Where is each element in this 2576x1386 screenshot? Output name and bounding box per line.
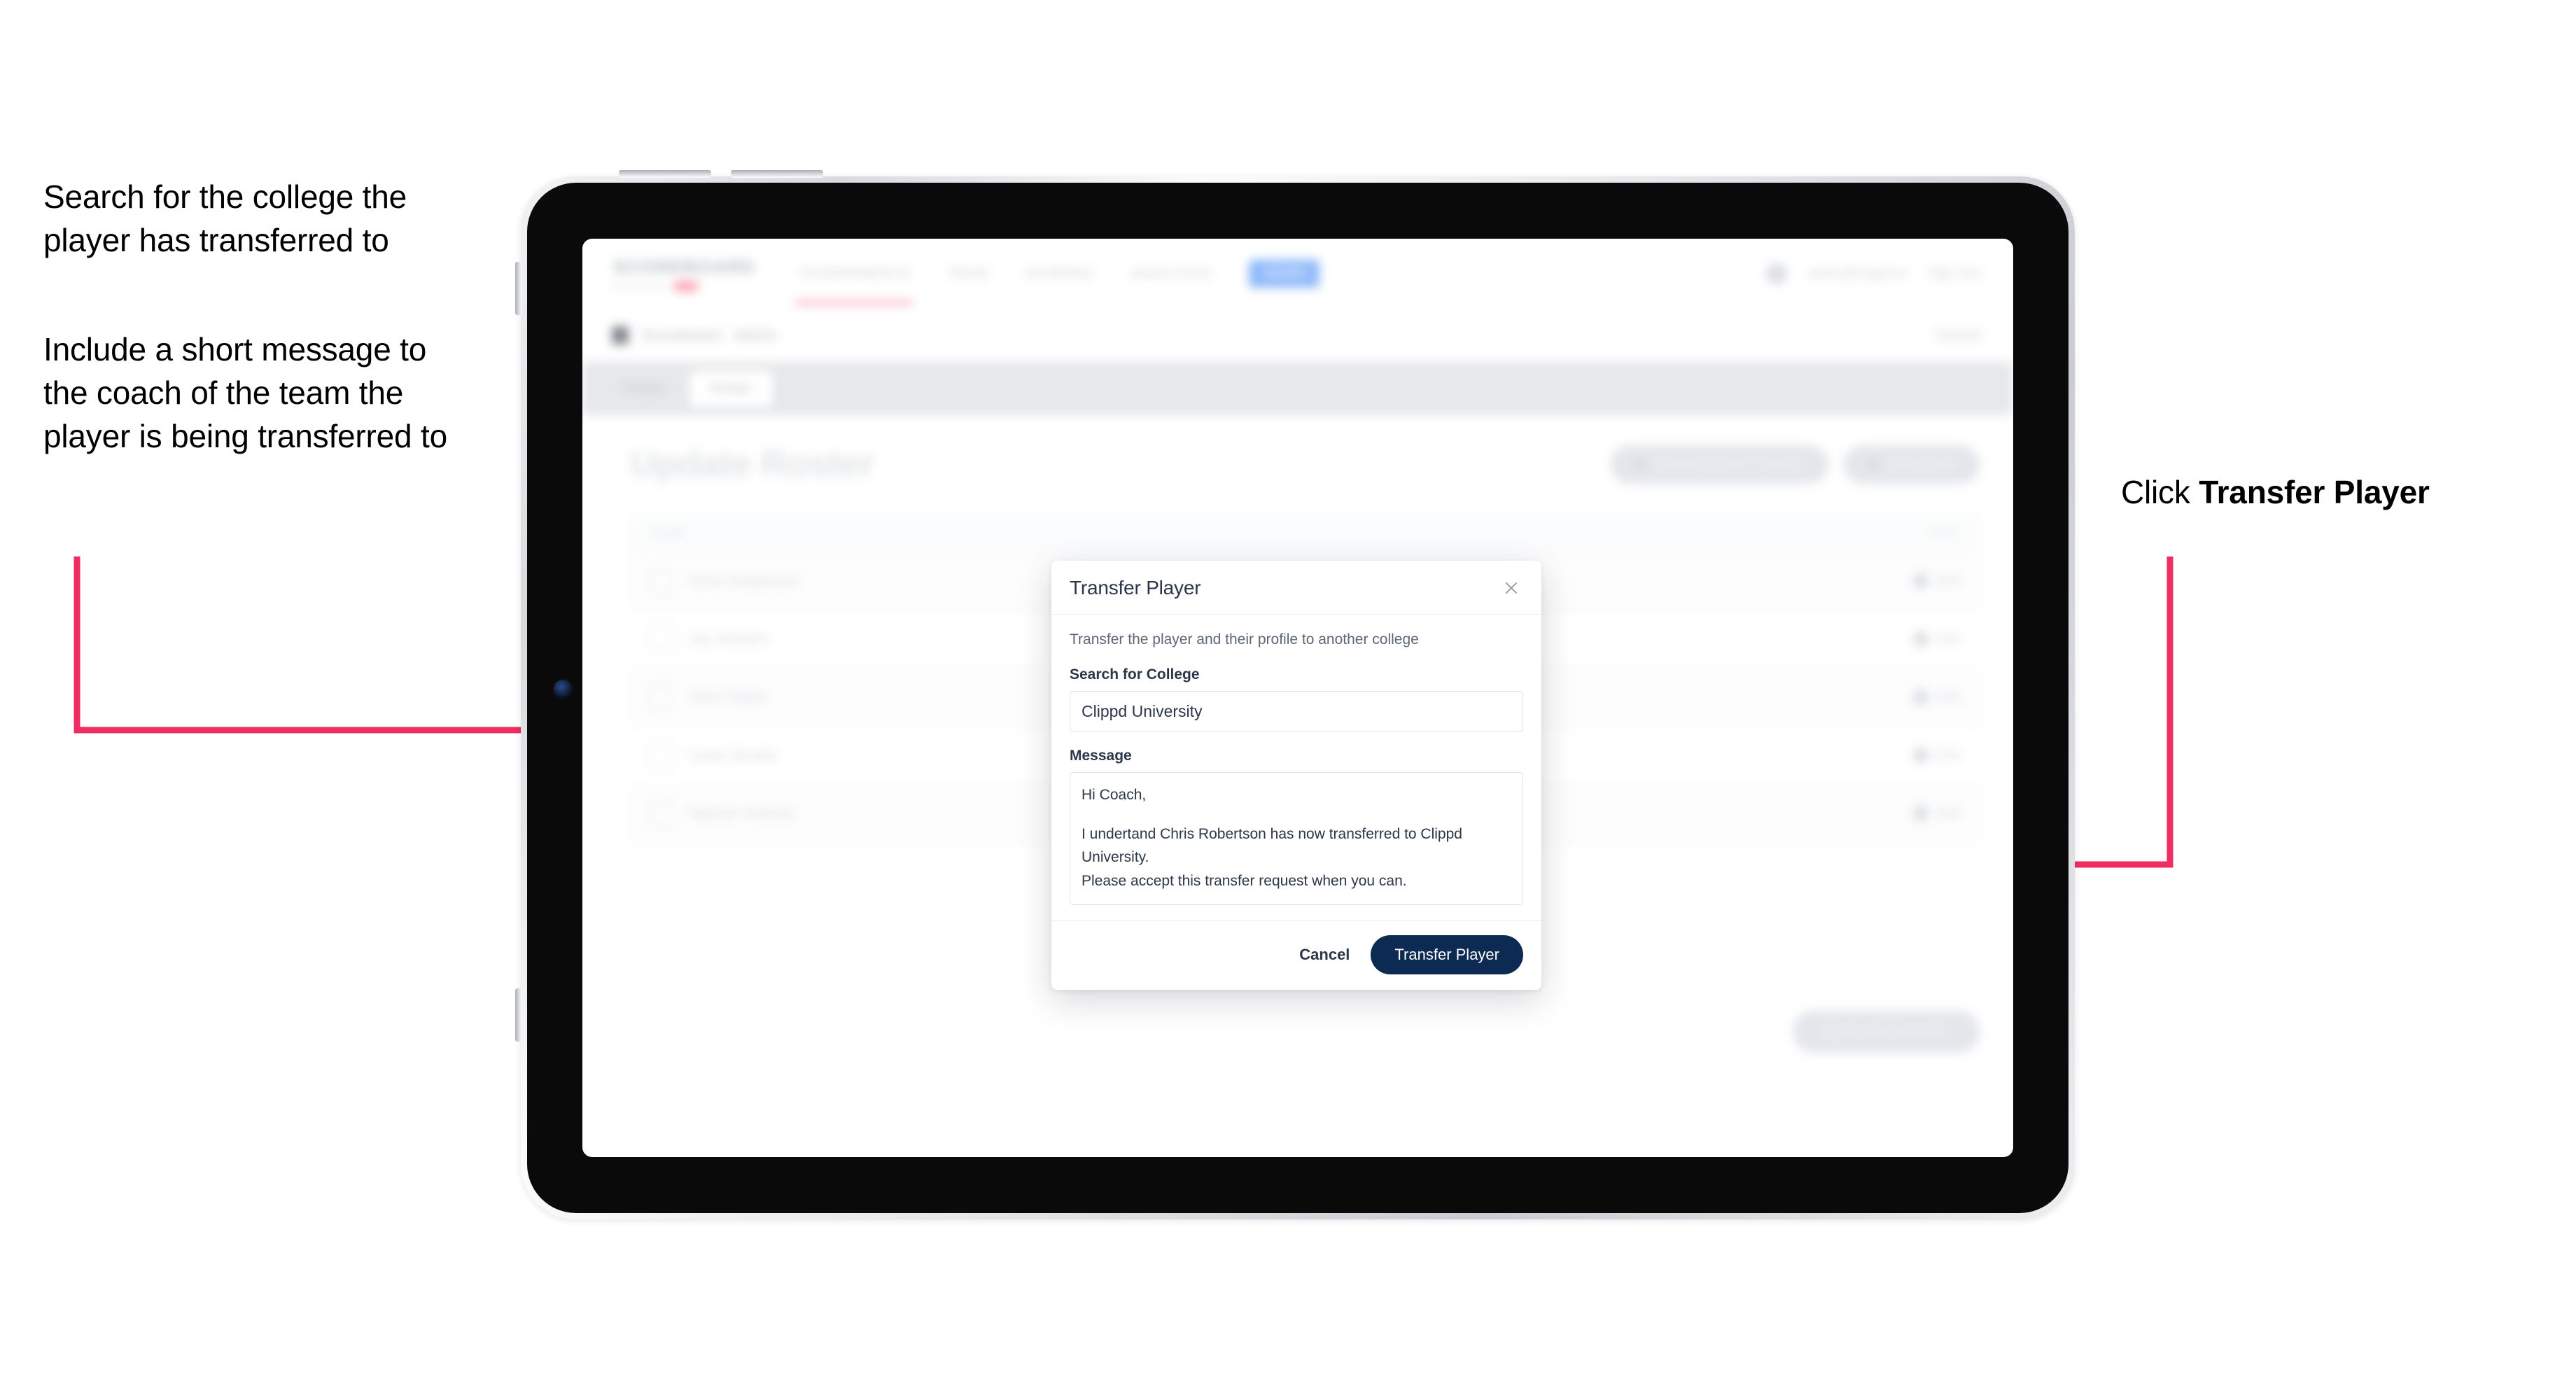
annotation-search-college: Search for the college the player has tr…: [43, 178, 407, 259]
annotation-click-transfer: Click Transfer Player: [2121, 470, 2555, 514]
college-field-label: Search for College: [1070, 666, 1200, 682]
annotation-include-message: Include a short message to the coach of …: [43, 331, 447, 455]
cancel-button[interactable]: Cancel: [1296, 941, 1352, 968]
device-screen: SCOREBOARD Powered by TOURNAMENTS TEAM S…: [582, 239, 2013, 1157]
annotation-click-strong: Transfer Player: [2199, 474, 2430, 510]
field-spacer: [1070, 732, 1523, 748]
side-button-top[interactable]: [515, 262, 522, 315]
device-bezel: SCOREBOARD Powered by TOURNAMENTS TEAM S…: [527, 183, 2068, 1213]
annotation-click-prefix: Click: [2121, 474, 2199, 510]
dialog-title: Transfer Player: [1070, 577, 1201, 598]
dialog-footer: Cancel Transfer Player: [1051, 920, 1541, 990]
tablet-device-frame: SCOREBOARD Powered by TOURNAMENTS TEAM S…: [515, 170, 2075, 1219]
transfer-player-button[interactable]: Transfer Player: [1371, 935, 1523, 974]
transfer-player-dialog: Transfer Player Transfer the player and …: [1051, 561, 1541, 990]
dialog-header: Transfer Player: [1051, 561, 1541, 615]
front-camera-icon: [554, 680, 572, 698]
message-field-label: Message: [1070, 748, 1132, 764]
volume-up-button[interactable]: [619, 170, 711, 178]
message-line-1: Hi Coach,: [1082, 787, 1147, 803]
message-line-2: I undertand Chris Robertson has now tran…: [1082, 825, 1462, 866]
close-icon[interactable]: [1499, 576, 1523, 600]
search-college-input[interactable]: [1070, 691, 1523, 732]
message-textarea[interactable]: Hi Coach, I undertand Chris Robertson ha…: [1070, 772, 1523, 905]
side-button-bottom[interactable]: [515, 988, 522, 1042]
dialog-description: Transfer the player and their profile to…: [1070, 631, 1419, 648]
volume-down-button[interactable]: [731, 170, 823, 178]
dialog-body: Transfer the player and their profile to…: [1051, 615, 1541, 920]
message-line-3: Please accept this transfer request when…: [1082, 872, 1407, 889]
